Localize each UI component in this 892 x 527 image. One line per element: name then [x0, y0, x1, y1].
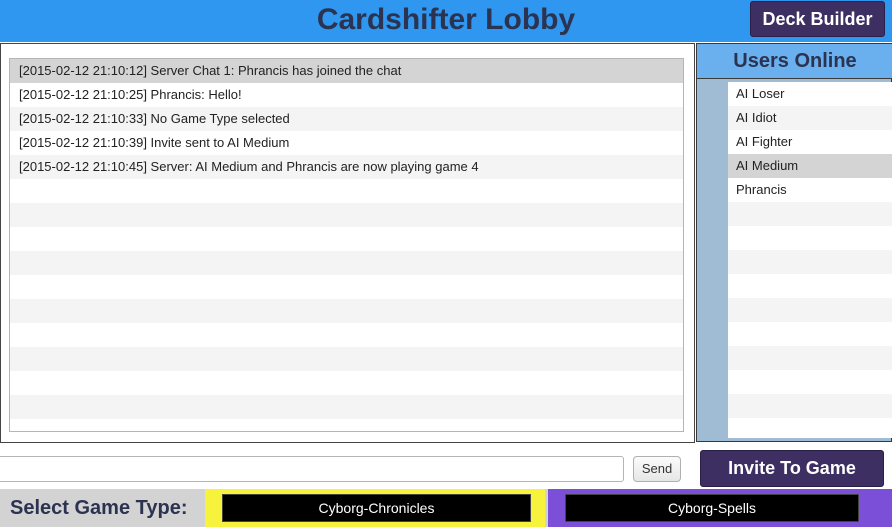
- user-item[interactable]: AI Loser: [728, 82, 892, 106]
- user-item[interactable]: AI Medium: [728, 154, 892, 178]
- game-type-bar: Select Game Type: Cyborg-Chronicles Cybo…: [0, 489, 892, 527]
- chat-message[interactable]: [2015-02-12 21:10:33] No Game Type selec…: [10, 107, 683, 131]
- user-item[interactable]: AI Idiot: [728, 106, 892, 130]
- select-game-type-label: Select Game Type:: [10, 497, 188, 519]
- chat-message[interactable]: [2015-02-12 21:10:45] Server: AI Medium …: [10, 155, 683, 179]
- header-bar: Cardshifter Lobby Deck Builder: [0, 0, 892, 42]
- chat-message[interactable]: [2015-02-12 21:10:39] Invite sent to AI …: [10, 131, 683, 155]
- user-item[interactable]: AI Fighter: [728, 130, 892, 154]
- user-item[interactable]: Phrancis: [728, 178, 892, 202]
- send-button[interactable]: Send: [633, 456, 681, 482]
- chat-message[interactable]: [2015-02-12 21:10:12] Server Chat 1: Phr…: [10, 59, 683, 83]
- chat-message[interactable]: [2015-02-12 21:10:25] Phrancis: Hello!: [10, 83, 683, 107]
- users-online-pane: Users Online AI Loser AI Idiot AI Fighte…: [696, 43, 892, 442]
- chat-message-list[interactable]: [2015-02-12 21:10:12] Server Chat 1: Phr…: [9, 58, 684, 432]
- users-online-title: Users Online: [697, 44, 892, 79]
- users-online-list[interactable]: AI Loser AI Idiot AI Fighter AI Medium P…: [727, 82, 892, 438]
- chat-input-bar: Send Invite To Game: [0, 450, 892, 490]
- deck-builder-button[interactable]: Deck Builder: [750, 1, 885, 37]
- game-type-cyborg-spells-button[interactable]: Cyborg-Spells: [565, 494, 859, 522]
- chat-message-input[interactable]: [0, 456, 624, 482]
- invite-to-game-button[interactable]: Invite To Game: [700, 450, 884, 487]
- game-type-cyborg-chronicles-button[interactable]: Cyborg-Chronicles: [222, 494, 531, 522]
- chat-pane: [2015-02-12 21:10:12] Server Chat 1: Phr…: [0, 43, 695, 443]
- game-type-option-frame: Cyborg-Chronicles: [205, 489, 545, 527]
- game-type-option-frame: Cyborg-Spells: [548, 489, 892, 527]
